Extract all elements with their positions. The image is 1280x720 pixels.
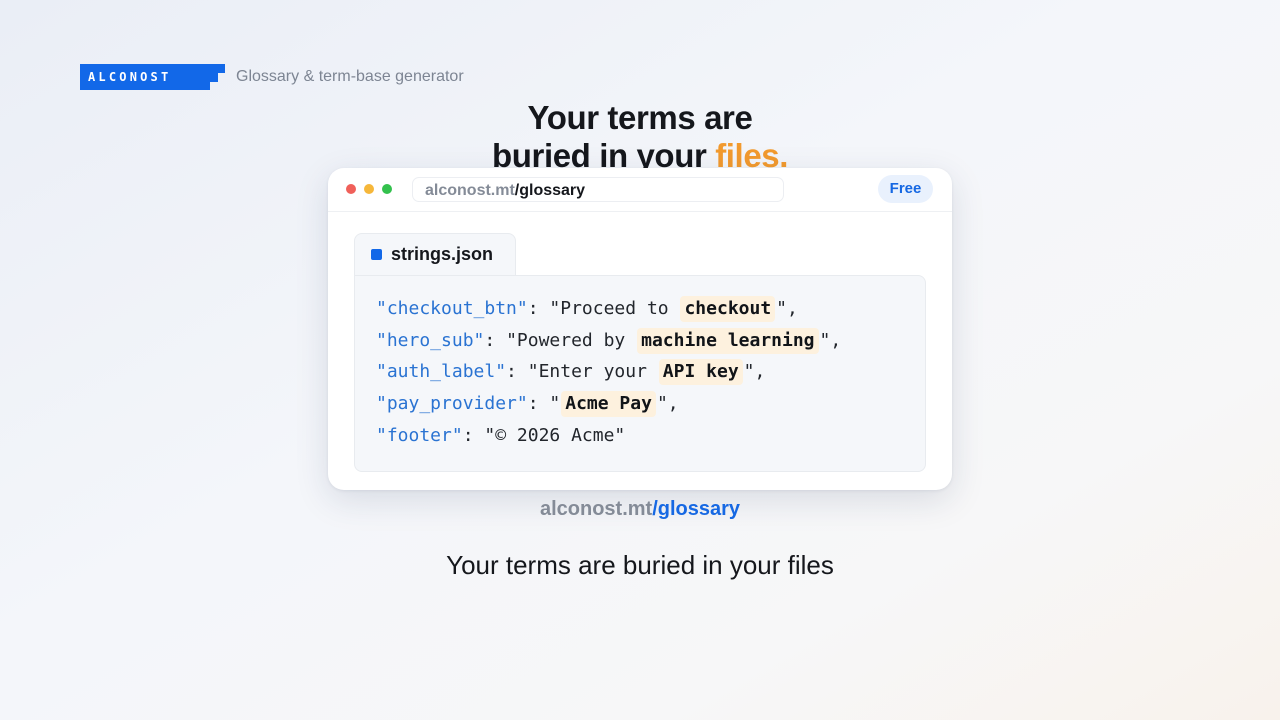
free-badge: Free bbox=[878, 175, 933, 203]
code-line: "footer": "© 2026 Acme" bbox=[376, 420, 925, 452]
json-value-end: ", bbox=[743, 361, 766, 383]
json-separator: : bbox=[527, 298, 550, 319]
url-path: /glossary bbox=[514, 182, 586, 199]
code-line: "auth_label": "Enter your API key ", bbox=[376, 356, 925, 388]
logo-wordmark: ALCONOST bbox=[80, 64, 210, 90]
json-key: "pay_provider" bbox=[376, 393, 528, 415]
json-key: "checkout_btn" bbox=[376, 298, 528, 319]
json-separator: : bbox=[462, 424, 485, 446]
code-line: "pay_provider": " Acme Pay ", bbox=[376, 388, 925, 420]
url-host: alconost.mt bbox=[425, 182, 515, 199]
glossary-link[interactable]: alconost.mt/glossary bbox=[0, 498, 1280, 521]
caption-url-path: /glossary bbox=[652, 498, 741, 520]
json-value-end: ", bbox=[819, 329, 842, 351]
json-key: "auth_label" bbox=[376, 361, 507, 383]
file-tab-strings-json[interactable]: strings.json bbox=[354, 233, 516, 275]
code-line: "checkout_btn": "Proceed to checkout ", bbox=[376, 293, 925, 325]
browser-window: alconost.mt/glossary Free strings.json "… bbox=[328, 168, 952, 490]
json-value-end: ", bbox=[656, 393, 679, 415]
caption-url-host: alconost.mt bbox=[539, 498, 653, 520]
code-panel: "checkout_btn": "Proceed to checkout ", "… bbox=[354, 275, 926, 472]
json-separator: : bbox=[527, 393, 550, 415]
highlighted-term[interactable]: checkout bbox=[680, 296, 776, 322]
highlighted-term[interactable]: machine learning bbox=[637, 327, 819, 354]
logo-step-shape bbox=[216, 64, 225, 73]
headline-line-1: Your terms are bbox=[527, 99, 753, 136]
json-key: "footer" bbox=[376, 424, 463, 446]
product-tagline: Glossary & term-base generator bbox=[236, 68, 464, 85]
hero-headline: Your terms are buried in your files. bbox=[0, 99, 1280, 175]
file-square-icon bbox=[371, 249, 382, 260]
json-value-text: "© 2026 Acme" bbox=[484, 424, 626, 446]
json-value-text: "Powered by bbox=[506, 329, 626, 351]
json-key: "hero_sub" bbox=[376, 329, 485, 351]
page-subtitle: Your terms are buried in your files bbox=[446, 550, 834, 580]
file-tab-label: strings.json bbox=[391, 244, 494, 264]
alconost-logo[interactable]: ALCONOST bbox=[80, 64, 225, 90]
highlighted-term[interactable]: Acme Pay bbox=[561, 391, 656, 418]
window-titlebar: alconost.mt/glossary Free bbox=[328, 168, 952, 212]
json-value-text: " bbox=[549, 393, 561, 415]
minimize-window-dot[interactable] bbox=[364, 184, 374, 194]
json-value-text: "Proceed to bbox=[549, 298, 669, 319]
brand-header: ALCONOST Glossary & term-base generator bbox=[80, 64, 464, 90]
maximize-window-dot[interactable] bbox=[382, 184, 392, 194]
address-bar[interactable]: alconost.mt/glossary bbox=[412, 177, 784, 202]
close-window-dot[interactable] bbox=[346, 184, 356, 194]
json-separator: : bbox=[484, 329, 507, 351]
json-separator: : bbox=[506, 361, 528, 383]
highlighted-term[interactable]: API key bbox=[658, 359, 743, 386]
json-value-text: "Enter your bbox=[527, 361, 647, 383]
code-line: "hero_sub": "Powered by machine learning… bbox=[376, 325, 925, 357]
json-value-end: ", bbox=[776, 298, 798, 319]
